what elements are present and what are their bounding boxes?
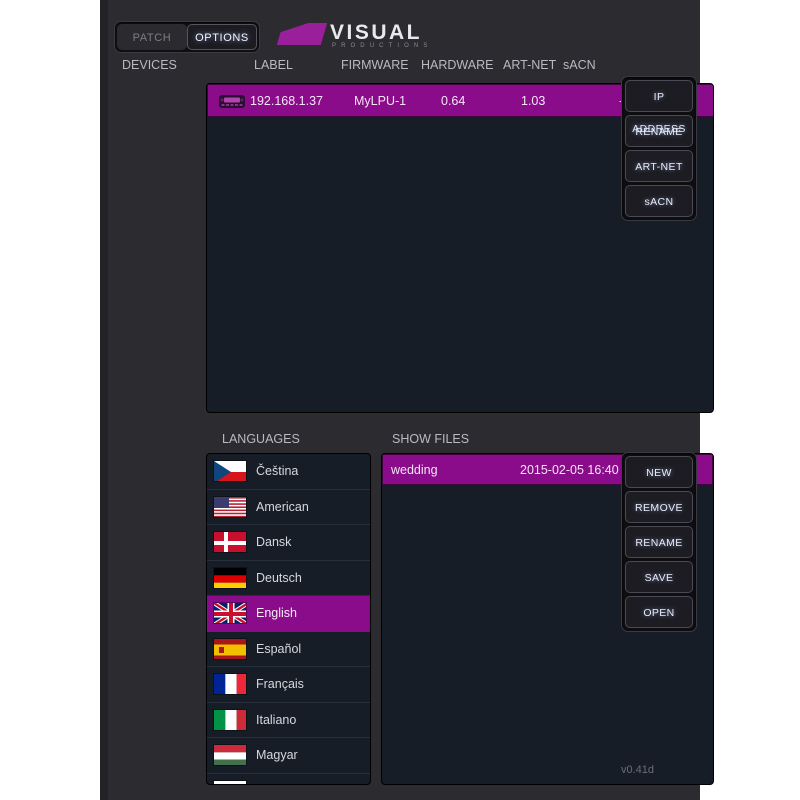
language-name: Español xyxy=(256,641,302,656)
flag-it-icon xyxy=(213,708,247,731)
language-name: American xyxy=(256,499,309,514)
remove-button[interactable]: REMOVE xyxy=(625,491,693,523)
device-icon xyxy=(219,95,245,108)
save-button[interactable]: SAVE xyxy=(625,561,693,593)
art-net-button[interactable]: ART-NET xyxy=(625,150,693,182)
language-item-gb[interactable]: English xyxy=(207,596,370,632)
show-file-date: 2015-02-05 16:40 xyxy=(520,463,619,477)
sacn-button[interactable]: sACN xyxy=(625,185,693,217)
application-window: PATCH OPTIONS VISUAL PRODUCTIONS DEVICES… xyxy=(100,0,714,800)
flag-cz-icon xyxy=(213,460,247,483)
language-item-pl[interactable] xyxy=(207,774,370,784)
logo-subtitle: PRODUCTIONS xyxy=(332,43,433,49)
flag-hu-icon xyxy=(213,744,247,767)
languages-list-panel[interactable]: Čeština American Dansk Deutsch English Españo… xyxy=(206,453,371,785)
language-item-it[interactable]: Italiano xyxy=(207,703,370,738)
language-item-dk[interactable]: Dansk xyxy=(207,525,370,561)
flag-de-icon xyxy=(213,566,247,589)
flag-es-icon xyxy=(213,637,247,660)
flag-us-icon xyxy=(213,495,247,518)
cell-device-label: MyLPU-1 xyxy=(354,94,407,108)
left-gutter xyxy=(100,0,108,800)
language-item-cz[interactable]: Čeština xyxy=(207,454,370,490)
tab-group: PATCH OPTIONS xyxy=(114,21,260,53)
rename-show-button[interactable]: RENAME xyxy=(625,526,693,558)
column-header-sacn: sACN xyxy=(563,58,596,72)
language-item-us[interactable]: American xyxy=(207,490,370,525)
cell-device-firmware: 0.64 xyxy=(441,94,466,108)
column-header-devices: DEVICES xyxy=(122,58,177,72)
ip-address-button[interactable]: IP ADDRESS xyxy=(625,80,693,135)
logo-wordmark: VISUAL xyxy=(330,21,423,44)
tab-patch[interactable]: PATCH xyxy=(117,24,187,50)
language-name: Français xyxy=(256,677,304,692)
logo-mark-icon xyxy=(276,23,328,45)
language-name: Čeština xyxy=(256,464,299,479)
languages-heading: LANGUAGES xyxy=(222,432,300,446)
device-action-buttons: IP ADDRESS RENAME ART-NET sACN xyxy=(621,76,697,221)
language-name: Magyar xyxy=(256,748,298,763)
new-button[interactable]: NEW xyxy=(625,456,693,488)
devices-table-header: DEVICES LABEL FIRMWARE HARDWARE ART-NET … xyxy=(108,58,700,80)
top-bar: PATCH OPTIONS VISUAL PRODUCTIONS xyxy=(108,16,700,56)
column-header-label: LABEL xyxy=(254,58,293,72)
language-name: Dansk xyxy=(256,535,292,550)
version-label: v0.41d xyxy=(621,764,655,776)
cell-device-address: 192.168.1.37 xyxy=(250,94,323,108)
flag-dk-icon xyxy=(213,531,247,554)
show-file-action-buttons: NEW REMOVE RENAME SAVE OPEN xyxy=(621,452,697,632)
language-item-hu[interactable]: Magyar xyxy=(207,738,370,774)
flag-gb-icon xyxy=(213,602,247,625)
language-item-fr[interactable]: Français xyxy=(207,667,370,703)
column-header-hardware: HARDWARE xyxy=(421,58,494,72)
column-header-artnet: ART-NET xyxy=(503,58,557,72)
cell-device-hardware: 1.03 xyxy=(521,94,546,108)
language-item-es[interactable]: Español xyxy=(207,632,370,667)
open-button[interactable]: OPEN xyxy=(625,596,693,628)
flag-fr-icon xyxy=(213,673,247,696)
language-name: English xyxy=(256,606,297,621)
language-name: Deutsch xyxy=(256,570,302,585)
language-name: Italiano xyxy=(256,712,297,727)
show-file-name: wedding xyxy=(391,463,438,477)
flag-pl-icon xyxy=(213,779,247,784)
show-files-heading: SHOW FILES xyxy=(392,432,470,446)
language-item-de[interactable]: Deutsch xyxy=(207,561,370,596)
tab-options[interactable]: OPTIONS xyxy=(187,24,257,50)
column-header-firmware: FIRMWARE xyxy=(341,58,409,72)
visual-productions-logo: VISUAL PRODUCTIONS xyxy=(276,20,480,54)
